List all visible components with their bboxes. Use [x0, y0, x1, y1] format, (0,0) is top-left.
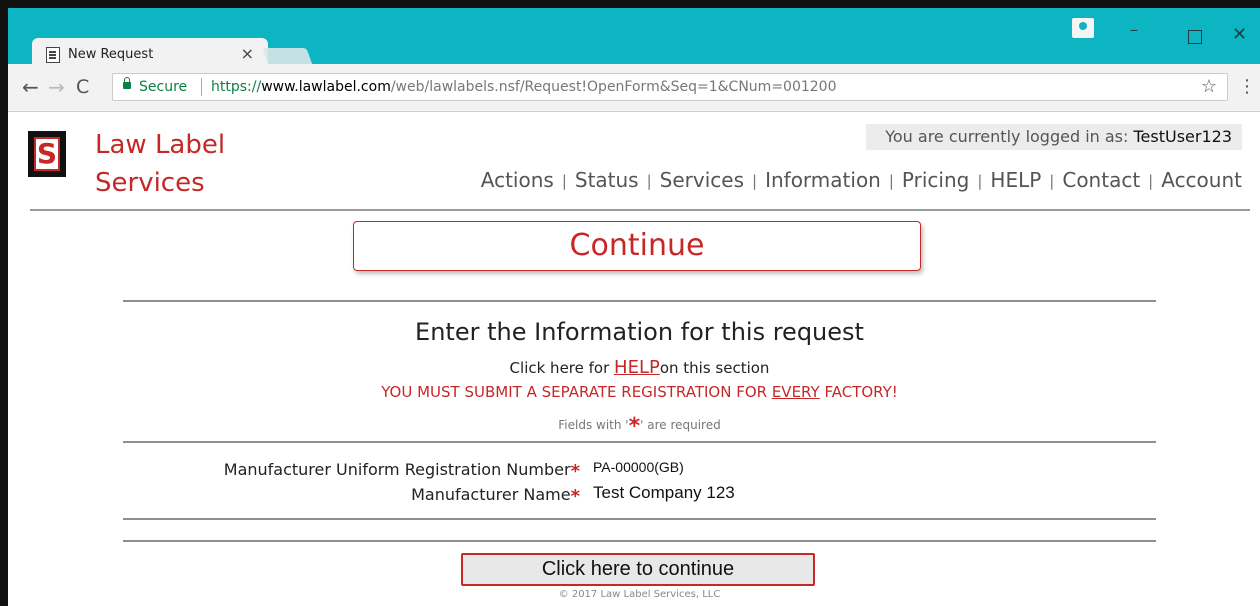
tab-title: New Request: [68, 47, 154, 62]
field-label-text: Manufacturer Name: [411, 485, 571, 504]
field-label-text: Manufacturer Uniform Registration Number: [223, 460, 571, 479]
login-text: You are currently logged in as: TestUser…: [885, 127, 1232, 146]
nav-item-contact[interactable]: Contact: [1062, 168, 1140, 192]
section-title: Enter the Information for this request: [415, 318, 864, 346]
lock-icon: [123, 77, 131, 89]
url-text[interactable]: https://www.lawlabel.com/web/lawlabels.n…: [211, 79, 837, 95]
address-separator: [201, 78, 202, 96]
nav-item-account[interactable]: Account: [1161, 168, 1242, 192]
brand-name[interactable]: Law Label Services: [95, 126, 225, 202]
field-label-manufacturer-name: Manufacturer Name*: [411, 484, 580, 507]
help-prefix: Click here for: [509, 359, 615, 377]
required-star: *: [570, 486, 580, 507]
kebab-menu-icon[interactable]: ⋮: [1238, 76, 1256, 97]
document-icon: [46, 47, 60, 63]
required-prefix: Fields with ': [558, 418, 629, 432]
nav-item-services[interactable]: Services: [660, 168, 744, 192]
continue-button[interactable]: Click here to continue: [461, 553, 815, 586]
logo-letter: S: [36, 137, 58, 170]
window-frame-left: [0, 0, 8, 606]
url-scheme: https://: [211, 79, 262, 95]
url-path: /web/lawlabels.nsf/Request!OpenForm&Seq=…: [390, 79, 837, 95]
registration-number-value: PA-00000(GB): [593, 459, 684, 475]
maximize-icon[interactable]: [1188, 30, 1202, 44]
site-logo[interactable]: S: [28, 131, 66, 177]
minimize-icon[interactable]: –: [1130, 20, 1138, 39]
help-link[interactable]: HELP: [614, 357, 660, 378]
field-label-registration: Manufacturer Uniform Registration Number…: [223, 459, 580, 482]
close-icon[interactable]: ✕: [1232, 24, 1247, 45]
login-status: You are currently logged in as: TestUser…: [866, 124, 1242, 150]
user-icon[interactable]: [1072, 18, 1094, 38]
copyright: © 2017 Law Label Services, LLC: [558, 589, 721, 600]
tab-close-icon[interactable]: ×: [241, 44, 254, 63]
nav-item-status[interactable]: Status: [575, 168, 639, 192]
login-prefix: You are currently logged in as:: [885, 127, 1134, 146]
nav-separator: |: [646, 172, 652, 190]
header-divider: [30, 209, 1250, 211]
warning-prefix: YOU MUST SUBMIT A SEPARATE REGISTRATION …: [381, 383, 772, 401]
section-divider: [123, 518, 1156, 520]
arrow-left-icon[interactable]: ←: [22, 75, 39, 99]
section-divider: [123, 441, 1156, 443]
reload-icon[interactable]: C: [76, 76, 89, 98]
arrow-right-icon[interactable]: →: [48, 75, 65, 99]
nav-separator: |: [1049, 172, 1055, 190]
section-divider: [123, 540, 1156, 542]
section-divider: [123, 300, 1156, 302]
required-star: *: [628, 414, 641, 439]
nav-separator: |: [752, 172, 758, 190]
continue-top-button[interactable]: Continue: [353, 221, 921, 271]
help-line: Click here for HELPon this section: [123, 357, 1156, 378]
nav-separator: |: [888, 172, 894, 190]
nav-item-help[interactable]: HELP: [990, 168, 1041, 192]
nav-separator: |: [977, 172, 983, 190]
main-nav: Actions | Status | Services | Information | Pric…: [481, 168, 1242, 192]
window-frame-top: [0, 0, 1260, 8]
nav-item-pricing[interactable]: Pricing: [902, 168, 969, 192]
star-icon[interactable]: ☆: [1201, 76, 1217, 97]
logo-inner: S: [34, 137, 60, 171]
secure-label: Secure: [139, 79, 188, 95]
url-host: www.lawlabel.com: [261, 79, 391, 95]
brand-line-2: Services: [95, 168, 205, 198]
factory-warning: YOU MUST SUBMIT A SEPARATE REGISTRATION …: [123, 383, 1156, 401]
nav-item-actions[interactable]: Actions: [481, 168, 554, 192]
warning-emphasis: EVERY: [771, 383, 820, 401]
brand-line-1: Law Label: [95, 130, 226, 160]
manufacturer-name-value: Test Company 123: [593, 483, 735, 502]
warning-suffix: FACTORY!: [819, 383, 898, 401]
required-suffix: ' are required: [640, 418, 721, 432]
browser-titlebar: New Request × – ✕: [8, 8, 1260, 72]
nav-separator: |: [1148, 172, 1154, 190]
address-bar[interactable]: Secure https://www.lawlabel.com/web/lawl…: [112, 73, 1228, 101]
required-star: *: [570, 461, 580, 482]
required-note: Fields with '*' are required: [123, 410, 1156, 439]
login-username: TestUser123: [1133, 127, 1232, 146]
nav-item-information[interactable]: Information: [765, 168, 881, 192]
help-suffix: on this section: [659, 359, 770, 377]
browser-toolbar: ← → C Secure https://www.lawlabel.com/we…: [8, 64, 1260, 112]
nav-separator: |: [561, 172, 567, 190]
